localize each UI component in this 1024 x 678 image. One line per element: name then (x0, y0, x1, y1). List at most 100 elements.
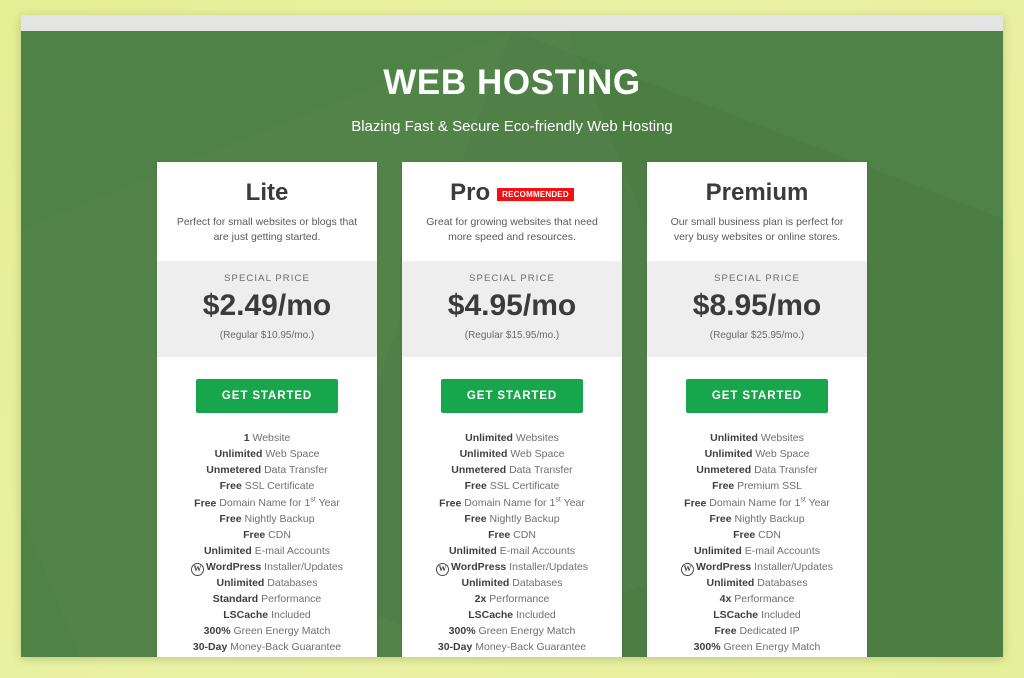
feature-highlight: 4x (719, 593, 732, 606)
page-subtitle: Blazing Fast & Secure Eco-friendly Web H… (351, 118, 673, 135)
regular-price: (Regular $25.95/mo.) (709, 329, 805, 341)
feature-item: Unmetered Data Transfer (655, 463, 859, 479)
feature-text: E-mail Accounts (251, 545, 331, 558)
feature-item: Unlimited E-mail Accounts (165, 544, 369, 560)
feature-text: CDN (510, 529, 536, 542)
feature-item: 30-Day Money-Back Guarantee (165, 640, 369, 656)
feature-item: 30-Day Money-Back Guarantee (410, 640, 614, 656)
feature-text: Installer/Updates (751, 561, 833, 574)
ordinal-suffix: st (310, 495, 316, 504)
feature-item: 300% Green Energy Match (165, 624, 369, 640)
plan-name-row: Lite (171, 178, 363, 208)
feature-item: Free CDN (655, 528, 859, 544)
get-started-button[interactable]: GET STARTED (685, 378, 829, 413)
feature-text: Dedicated IP (736, 624, 800, 637)
cta-container: GET STARTED (157, 357, 377, 431)
get-started-button[interactable]: GET STARTED (440, 378, 584, 413)
feature-text: Included (513, 608, 556, 621)
feature-text: Green Energy Match (720, 640, 821, 653)
feature-item: Free Domain Name for 1st Year (165, 495, 369, 512)
feature-text: Websites (757, 431, 804, 444)
feature-text: Nightly Backup (486, 513, 560, 526)
feature-text: CDN (265, 529, 291, 542)
feature-highlight: Unlimited (203, 545, 252, 558)
feature-item: W WordPress Installer/Updates (165, 560, 369, 577)
feature-text: E-mail Accounts (741, 545, 821, 558)
feature-item: Unlimited Websites (655, 431, 859, 447)
ordinal-suffix: st (800, 495, 806, 504)
feature-highlight: Free (439, 497, 462, 510)
feature-item: Free Dedicated IP (655, 624, 859, 640)
feature-item: Unlimited Databases (655, 576, 859, 592)
feature-highlight: Unlimited (461, 577, 510, 590)
feature-item: 4x Performance (655, 592, 859, 608)
plan-name: Lite (245, 178, 289, 206)
feature-text: Green Energy Match (475, 624, 576, 637)
feature-highlight: Free (464, 479, 487, 492)
feature-highlight: Free (684, 497, 707, 510)
feature-text: E-mail Accounts (496, 545, 576, 558)
regular-price: (Regular $10.95/mo.) (219, 329, 315, 341)
feature-highlight: Unlimited (706, 577, 755, 590)
price-band: SPECIAL PRICE $4.95/mo (Regular $15.95/mo.… (402, 261, 622, 357)
plan-header: Pro RECOMMENDED Great for growing websites… (402, 162, 622, 261)
ordinal-suffix: st (555, 495, 561, 504)
feature-text: Nightly Backup (731, 513, 805, 526)
feature-highlight: Free (219, 513, 242, 526)
page-title: WEB HOSTING (383, 63, 641, 102)
feature-item: Free Domain Name for 1st Year (410, 495, 614, 512)
wordpress-icon: W (681, 563, 695, 577)
feature-text: Web Space (262, 447, 320, 460)
feature-item: LSCache Included (655, 608, 859, 624)
feature-highlight: Free (709, 513, 732, 526)
feature-text: Performance (731, 593, 795, 606)
feature-item: Unlimited Web Space (655, 447, 859, 463)
feature-item: Unlimited Databases (165, 576, 369, 592)
feature-highlight: WordPress (696, 561, 752, 574)
feature-item: 30-Day Money-Back Guarantee (655, 656, 859, 658)
cta-container: GET STARTED (402, 357, 622, 431)
feature-item: Unmetered Data Transfer (165, 463, 369, 479)
feature-highlight: Unlimited (214, 447, 263, 460)
feature-text: SSL Certificate (241, 479, 315, 492)
feature-text: Data Transfer (506, 463, 573, 476)
feature-text: Domain Name for 1st Year (461, 495, 585, 510)
feature-item: Free Nightly Backup (655, 512, 859, 528)
price-band: SPECIAL PRICE $8.95/mo (Regular $25.95/mo.… (647, 261, 867, 357)
feature-item: W WordPress Installer/Updates (410, 560, 614, 577)
feature-text: Nightly Backup (241, 513, 315, 526)
feature-highlight: Unmetered (451, 463, 507, 476)
feature-item: 2x Performance (410, 592, 614, 608)
feature-item: Free Nightly Backup (410, 512, 614, 528)
feature-highlight: WordPress (206, 561, 262, 574)
feature-highlight: 30-Day (192, 640, 228, 653)
feature-text: Performance (486, 593, 550, 606)
plan-price: $4.95/mo (447, 289, 577, 323)
pricing-card-premium: Premium Our small business plan is perfec… (647, 162, 867, 657)
feature-highlight: 300% (693, 640, 721, 653)
feature-highlight: 300% (448, 624, 476, 637)
get-started-button[interactable]: GET STARTED (195, 378, 339, 413)
feature-item: 300% Green Energy Match (410, 624, 614, 640)
regular-price: (Regular $15.95/mo.) (464, 329, 560, 341)
pricing-card-pro: Pro RECOMMENDED Great for growing websites… (402, 162, 622, 657)
feature-text: CDN (755, 529, 781, 542)
hosting-landing-page: WEB HOSTING Blazing Fast & Secure Eco-fr… (21, 31, 1003, 657)
feature-highlight: LSCache (468, 608, 514, 621)
cta-container: GET STARTED (647, 357, 867, 431)
feature-text: Web Space (752, 447, 810, 460)
feature-text: Installer/Updates (261, 561, 343, 574)
feature-item: 300% Green Energy Match (655, 640, 859, 656)
feature-highlight: Standard (212, 593, 259, 606)
feature-highlight: Free (219, 479, 242, 492)
feature-text: Data Transfer (261, 463, 328, 476)
feature-text: Money-Back Guarantee (472, 640, 587, 653)
feature-text: Databases (509, 577, 563, 590)
feature-text: Included (758, 608, 801, 621)
special-price-label: SPECIAL PRICE (469, 273, 555, 285)
feature-text: Money-Back Guarantee (227, 640, 342, 653)
plan-price: $8.95/mo (692, 289, 822, 323)
feature-item: LSCache Included (410, 608, 614, 624)
feature-highlight: Unlimited (693, 545, 742, 558)
feature-item: W WordPress Installer/Updates (655, 560, 859, 577)
